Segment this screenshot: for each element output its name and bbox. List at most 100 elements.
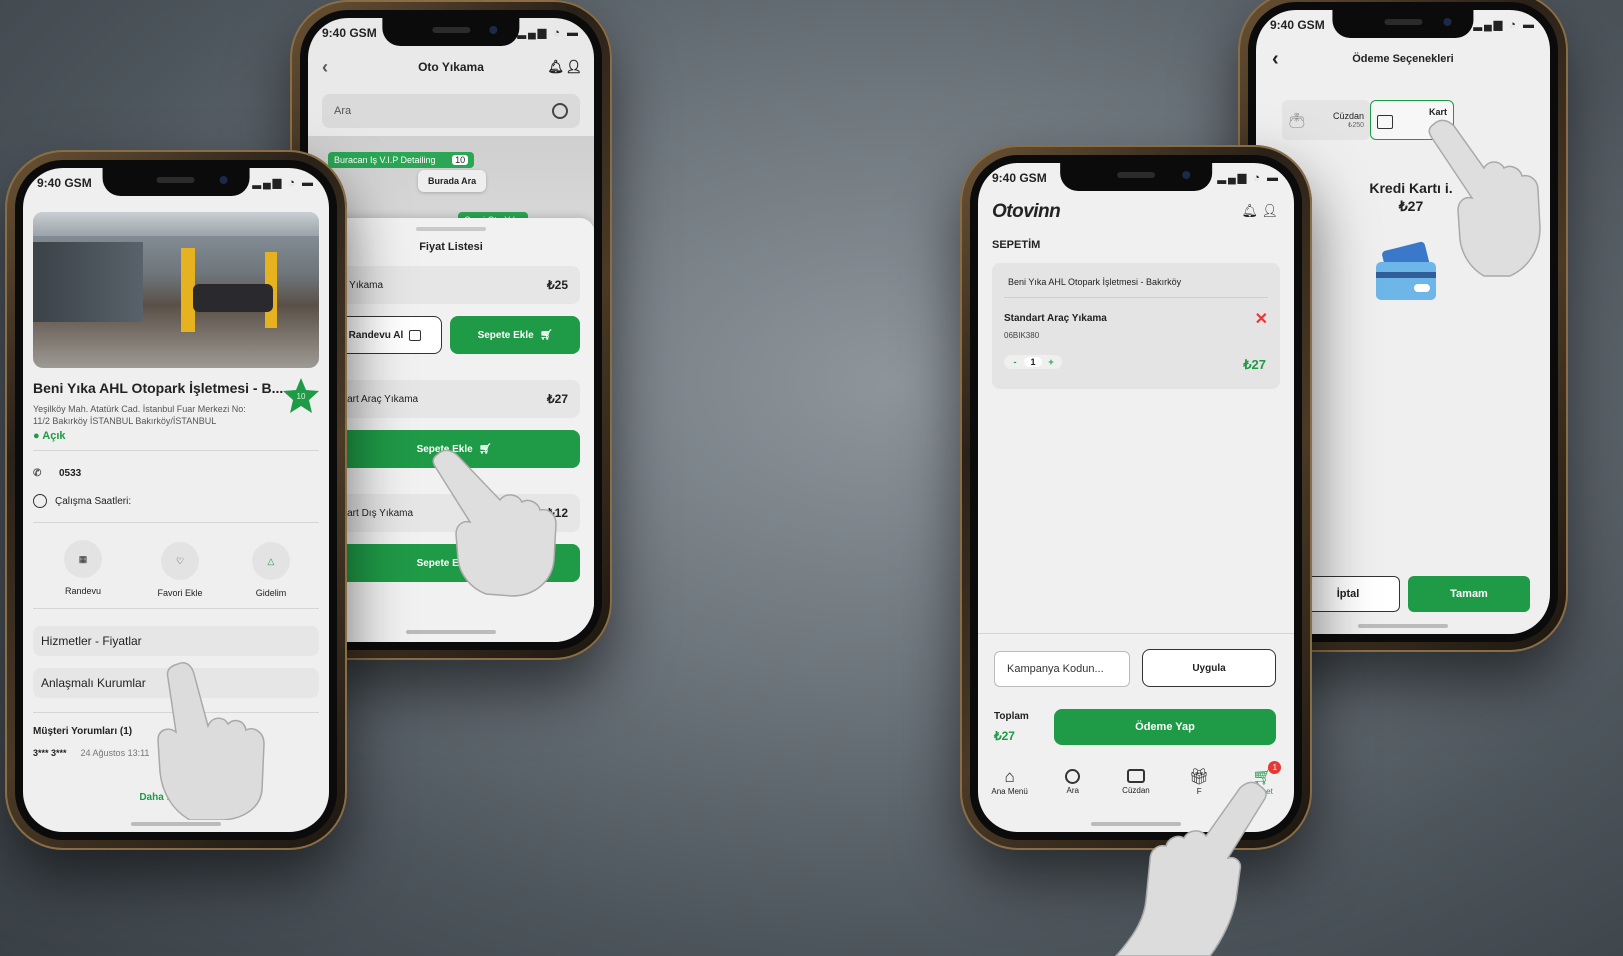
hours-row[interactable]: Çalışma Saatleri:: [33, 494, 131, 508]
phone-business-detail: 9:40 GSM ▂▄▆ ◔ ▬ Beni Yıka AHL Otopark İ…: [5, 150, 347, 850]
review-item: 3*** 3*** 24 Ağustos 13:11: [33, 748, 150, 758]
phone-cart: 9:40 GSM ▂▄▆ ◔ ▬ Otovinn 🔔︎ 👤︎ SEPETİM B…: [960, 145, 1312, 850]
search-input[interactable]: Ara: [322, 94, 580, 128]
quantity-stepper[interactable]: - 1 +: [1004, 355, 1062, 369]
home-indicator: [131, 822, 221, 826]
remove-item-icon[interactable]: ✕: [1255, 309, 1268, 329]
business-photo[interactable]: [33, 212, 319, 368]
cart-icon: 🛒︎: [1252, 769, 1273, 786]
signal-icons: ▂▄▆ ◔ ▬: [1473, 19, 1536, 31]
ok-button[interactable]: Tamam: [1408, 576, 1530, 612]
cart-icon: 🛒︎: [478, 557, 492, 569]
map-view[interactable]: Buracan Iş V.I.P Detailing 10 Burada Ara…: [308, 136, 594, 226]
address-line: 11/2 Bakırköy İSTANBUL Bakırköy/İSTANBUL: [33, 416, 217, 426]
nav-search[interactable]: Ara: [1046, 767, 1100, 795]
wallet-icon: [1126, 769, 1145, 783]
gift-icon: 🎁︎: [1189, 769, 1210, 786]
section-title: SEPETİM: [992, 239, 1041, 251]
action-navigate[interactable]: △ Gidelim: [241, 542, 301, 598]
sheet-title: Fiyat Listesi: [419, 241, 483, 253]
action-randevu[interactable]: ▦ Randevu: [53, 540, 113, 596]
cart-item-price: ₺27: [1243, 357, 1266, 372]
phone-icon: ✆: [33, 468, 42, 479]
map-count-badge: 10: [452, 155, 469, 165]
status-bar: 9:40 GSM ▂▄▆ ◔ ▬: [1270, 18, 1536, 32]
home-indicator: [1358, 624, 1448, 628]
home-indicator: [406, 630, 496, 634]
bell-icon[interactable]: 🔔︎: [1241, 203, 1258, 219]
qty-value: 1: [1024, 357, 1042, 367]
navigate-icon: △: [252, 542, 290, 580]
bell-icon[interactable]: 🔔︎: [547, 59, 564, 75]
signal-icons: ▂▄▆ ◔ ▬: [1217, 172, 1280, 184]
cart-icon: 🛒︎: [539, 329, 553, 341]
price-row: alı Yıkama ₺25: [328, 266, 580, 304]
home-indicator: [1091, 822, 1181, 826]
cart-item-name: Standart Araç Yıkama: [1004, 313, 1107, 324]
search-icon: [1065, 769, 1081, 784]
signal-icons: ▂▄▆ ◔ ▬: [517, 27, 580, 39]
status-bar: 9:40 GSM ▂▄▆ ◔ ▬: [992, 171, 1280, 185]
coupon-input[interactable]: Kampanya Kodun...: [994, 651, 1130, 687]
add-to-cart-button[interactable]: Sepete Ekle 🛒︎: [328, 430, 580, 468]
nav-home[interactable]: ⌂ Ana Menü: [983, 767, 1037, 796]
page-title: Oto Yıkama: [418, 60, 484, 74]
home-icon: ⌂: [1004, 767, 1015, 786]
nav-wallet[interactable]: Cüzdan: [1109, 767, 1163, 795]
back-icon[interactable]: ‹: [322, 57, 328, 78]
add-to-cart-button[interactable]: Sepete Ekle 🛒︎: [450, 316, 580, 354]
status-bar: 9:40 GSM ▂▄▆ ◔ ▬: [322, 26, 580, 40]
qty-increase[interactable]: +: [1044, 357, 1058, 367]
credit-card-icon: [1376, 241, 1436, 302]
merchant-name: Beni Yıka AHL Otopark İşletmesi - Bakırk…: [1008, 277, 1182, 287]
wallet-option[interactable]: 👛︎ Cüzdan ₺250: [1282, 100, 1370, 140]
menu-services-prices[interactable]: Hizmetler - Fiyatlar: [33, 626, 319, 656]
user-icon[interactable]: 👤︎: [1261, 203, 1278, 219]
page-title: Ödeme Seçenekleri: [1352, 53, 1454, 65]
show-more-link[interactable]: Daha fazla göst: [23, 792, 329, 803]
total-label: Toplam: [994, 711, 1029, 722]
apply-coupon-button[interactable]: Uygula: [1142, 649, 1276, 687]
price-row: ndart Dış Yıkama ₺12: [328, 494, 580, 532]
phone-row[interactable]: ✆ 0533: [33, 468, 81, 479]
action-favorite[interactable]: ♡ Favori Ekle: [145, 542, 215, 598]
method-title: Kredi Kartı i.: [1369, 180, 1453, 196]
cart-item-plate: 06BIK380: [1004, 331, 1040, 340]
open-status: ● Açık: [33, 430, 66, 442]
clock-icon: [33, 494, 47, 508]
card-icon: [1377, 115, 1393, 129]
signal-icons: ▂▄▆ ◔ ▬: [252, 177, 315, 189]
price-sheet: Fiyat Listesi alı Yıkama ₺25 Randevu Al …: [308, 218, 594, 642]
heart-icon: ♡: [161, 542, 199, 580]
status-bar: 9:40 GSM ▂▄▆ ◔ ▬: [37, 176, 315, 190]
search-here-button[interactable]: Burada Ara: [418, 170, 487, 192]
business-title: Beni Yıka AHL Otopark İşletmesi - B...: [33, 380, 283, 396]
pay-button[interactable]: Ödeme Yap: [1054, 709, 1276, 745]
sheet-handle[interactable]: [416, 227, 486, 231]
back-icon[interactable]: ‹: [1272, 48, 1279, 71]
add-to-cart-button[interactable]: Sepete Ekle 🛒︎: [328, 544, 580, 582]
address-line: Yeşilköy Mah. Atatürk Cad. İstanbul Fuar…: [33, 404, 246, 414]
calendar-icon: [409, 329, 422, 341]
cart-merchant-card: Beni Yıka AHL Otopark İşletmesi - Bakırk…: [992, 263, 1280, 389]
nav-gift[interactable]: 🎁︎ F: [1172, 767, 1226, 796]
calendar-icon: ▦: [64, 540, 102, 578]
brand-logo: Otovinn: [992, 201, 1061, 222]
cart-screen: 9:40 GSM ▂▄▆ ◔ ▬ Otovinn 🔔︎ 👤︎ SEPETİM B…: [978, 163, 1294, 832]
map-pin-label[interactable]: Buracan Iş V.I.P Detailing 10: [328, 152, 475, 168]
user-icon[interactable]: 👤︎: [565, 59, 582, 75]
qty-decrease[interactable]: -: [1008, 357, 1022, 367]
cart-icon: 🛒︎: [478, 443, 492, 455]
payment-amount: ₺27: [1398, 198, 1424, 214]
price-list-screen: 9:40 GSM ▂▄▆ ◔ ▬ ‹ Oto Yıkama 🔔︎ 👤︎ Ara …: [308, 18, 594, 642]
wallet-icon: 👛︎: [1288, 111, 1306, 128]
card-option[interactable]: Kart: [1370, 100, 1454, 140]
price-row: ndart Araç Yıkama ₺27: [328, 380, 580, 418]
nav-cart[interactable]: 🛒︎ Sepet 1: [1235, 761, 1289, 796]
bottom-nav: ⌂ Ana Menü Ara Cüzdan 🎁︎ F 🛒︎ Sepet 1: [978, 761, 1294, 811]
menu-partner-institutions[interactable]: Anlaşmalı Kurumlar: [33, 668, 319, 698]
total-value: ₺27: [994, 729, 1015, 743]
reviews-title: Müşteri Yorumları (1): [33, 726, 133, 737]
search-icon[interactable]: [552, 103, 568, 119]
business-detail-screen: 9:40 GSM ▂▄▆ ◔ ▬ Beni Yıka AHL Otopark İ…: [23, 168, 329, 832]
